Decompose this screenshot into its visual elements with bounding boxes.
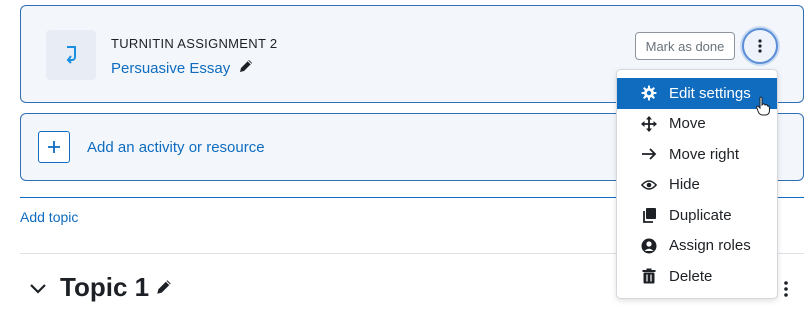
add-topic-link[interactable]: Add topic xyxy=(20,209,78,225)
menu-item-label: Hide xyxy=(669,176,700,194)
trash-icon xyxy=(641,268,657,284)
add-activity-link[interactable]: Add an activity or resource xyxy=(87,139,265,156)
menu-item-assign-roles[interactable]: Assign roles xyxy=(617,231,777,262)
menu-item-label: Edit settings xyxy=(669,84,751,102)
activity-name: Persuasive Essay xyxy=(111,58,254,78)
activity-type-label: TURNITIN ASSIGNMENT 2 xyxy=(111,36,278,51)
plus-icon[interactable] xyxy=(38,131,70,163)
pencil-icon[interactable] xyxy=(155,272,173,303)
menu-item-label: Duplicate xyxy=(669,206,732,224)
menu-item-edit-settings[interactable]: Edit settings xyxy=(617,78,777,109)
menu-item-label: Delete xyxy=(669,267,713,285)
arrow-right-icon xyxy=(641,146,657,162)
kebab-icon xyxy=(758,39,762,53)
menu-item-move-right[interactable]: Move right xyxy=(617,139,777,170)
copy-icon xyxy=(641,207,657,224)
move-icon xyxy=(641,115,657,132)
gear-icon xyxy=(641,85,657,101)
pencil-icon[interactable] xyxy=(238,58,254,78)
user-circle-icon xyxy=(641,238,657,254)
chevron-down-icon[interactable] xyxy=(28,280,48,298)
topic-kebab-icon[interactable] xyxy=(780,279,792,299)
turnitin-icon xyxy=(46,30,96,80)
menu-item-delete[interactable]: Delete xyxy=(617,261,777,292)
eye-icon xyxy=(641,177,657,193)
topic-heading: Topic 1 xyxy=(60,272,173,303)
menu-item-hide[interactable]: Hide xyxy=(617,170,777,201)
activity-actions-menu-button[interactable] xyxy=(742,28,778,64)
menu-item-label: Move xyxy=(669,115,706,133)
menu-item-label: Assign roles xyxy=(669,237,751,255)
menu-item-duplicate[interactable]: Duplicate xyxy=(617,200,777,231)
activity-name-link[interactable]: Persuasive Essay xyxy=(111,60,230,77)
menu-item-move[interactable]: Move xyxy=(617,109,777,140)
menu-item-label: Move right xyxy=(669,145,740,163)
mark-as-done-button[interactable]: Mark as done xyxy=(635,32,735,60)
activity-actions-dropdown: Edit settings Move Move right Hide Dupli… xyxy=(616,69,778,299)
hand-cursor-icon xyxy=(756,96,770,116)
topic-title[interactable]: Topic 1 xyxy=(60,272,149,303)
